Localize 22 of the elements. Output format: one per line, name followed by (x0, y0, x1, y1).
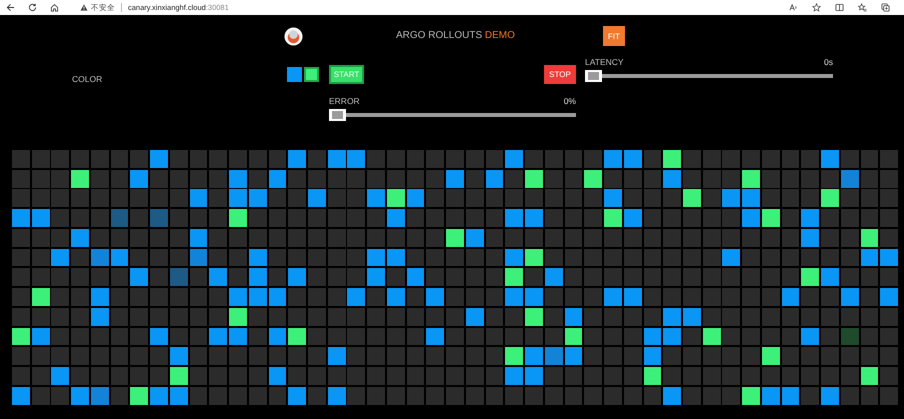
app-title: ARGO ROLLOUTS DEMO (396, 29, 515, 43)
color-label: COLOR (72, 74, 102, 84)
slider-thumb[interactable] (585, 70, 602, 82)
refresh-icon[interactable] (28, 3, 37, 12)
error-reading: 0% (564, 96, 576, 106)
slider-thumb[interactable] (329, 109, 346, 121)
fit-button[interactable]: FIT (602, 26, 625, 46)
stop-button[interactable]: STOP (544, 65, 576, 84)
color-swatch[interactable] (287, 67, 302, 82)
logo-icon (284, 26, 303, 46)
read-aloud-icon[interactable] (789, 3, 798, 12)
latency-label: LATENCY (585, 56, 624, 66)
warning-icon (80, 4, 88, 11)
split-screen-icon[interactable] (835, 3, 844, 12)
favorites-icon[interactable] (858, 3, 867, 12)
star-icon[interactable] (812, 3, 821, 12)
back-icon[interactable] (6, 3, 15, 12)
error-label: ERROR (329, 96, 360, 106)
collections-icon[interactable] (881, 3, 890, 12)
home-icon[interactable] (50, 3, 59, 12)
color-swatch[interactable] (304, 67, 319, 82)
latency-reading: 0s (824, 56, 833, 66)
